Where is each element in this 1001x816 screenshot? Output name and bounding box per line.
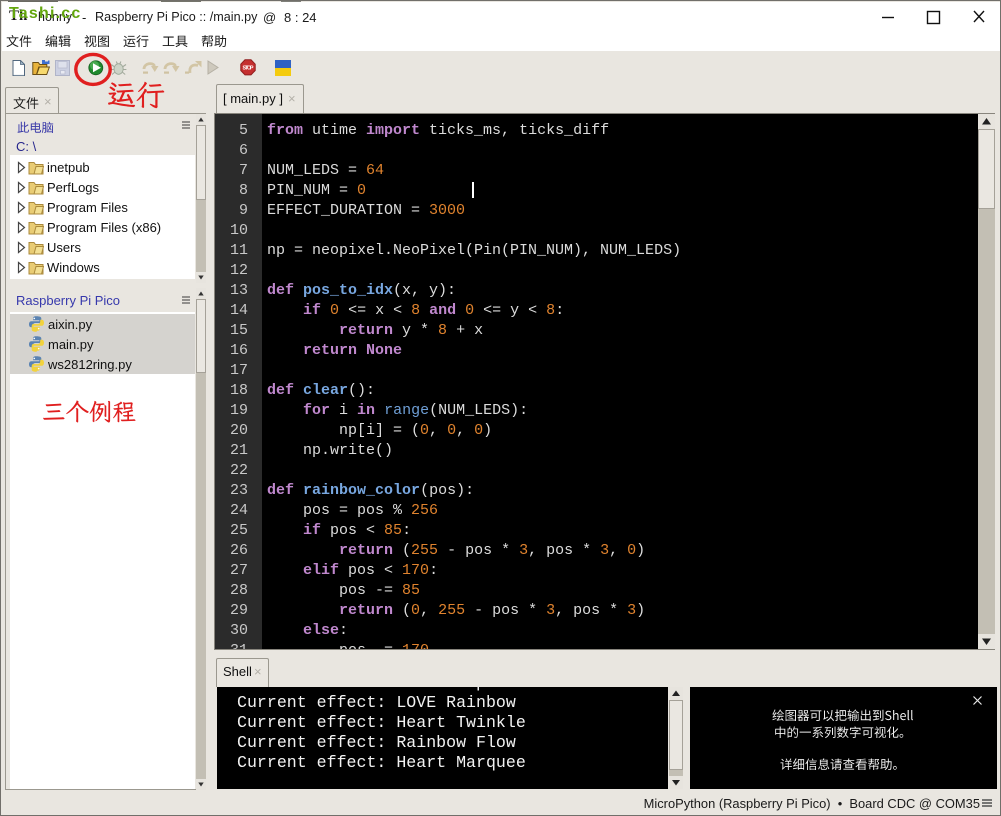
svg-text:STOP: STOP	[243, 66, 254, 72]
